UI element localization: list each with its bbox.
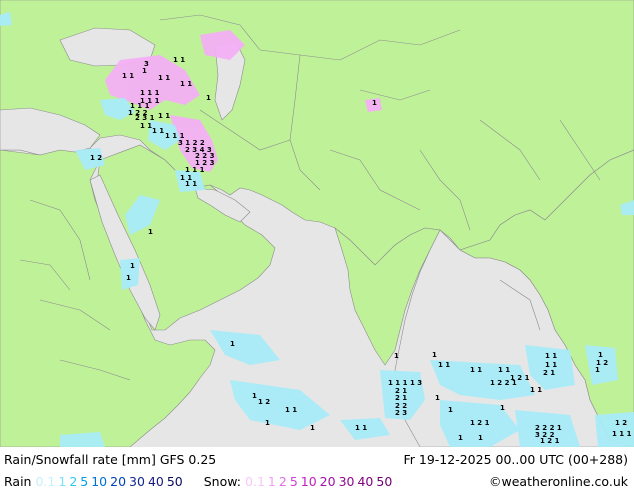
precip-label: 1 1 <box>545 361 557 369</box>
legend-rain-steps: 0.1 1 2 5 10 20 30 40 50 <box>35 471 185 492</box>
legend-snow-step-8: 50 <box>376 474 393 489</box>
legend-snow-step-5: 20 <box>319 474 336 489</box>
precip-label: 1 2 1 <box>470 419 490 427</box>
precip-label: 1 1 <box>470 366 482 374</box>
legend-rain-step-6: 30 <box>129 474 145 489</box>
precip-label: 2 1 <box>543 369 555 377</box>
precip-label: 1 <box>458 434 463 442</box>
precip-label: 1 1 1 <box>612 430 632 438</box>
precip-label: 1 1 <box>122 72 134 80</box>
precip-label: 3 <box>144 60 149 68</box>
precip-label: 1 <box>372 99 377 107</box>
precip-label: 1 <box>448 406 453 414</box>
legend-rain-step-7: 40 <box>147 474 164 489</box>
precip-label: 2 3 <box>395 409 407 417</box>
precip-label: 1 <box>142 67 147 75</box>
precip-label: 1 1 <box>180 80 192 88</box>
precip-label: 1 2 1 <box>510 374 530 382</box>
precip-label: 1 1 1 <box>388 379 408 387</box>
precip-label: 1 <box>252 392 257 400</box>
precip-label: 1 <box>265 419 270 427</box>
precip-label: 1 <box>432 351 437 359</box>
legend-snow-label: Snow: <box>203 474 242 489</box>
legend: Rain 0.1 1 2 5 10 20 30 40 50 Snow: 0.1 1 2 5 10 20 30… <box>4 471 399 492</box>
legend-snow-step-3: 5 <box>289 474 298 489</box>
map-title: Rain/Snowfall rate [mm] GFS 0.25 <box>4 452 217 467</box>
legend-rain-label: Rain <box>4 474 32 489</box>
footer: Rain/Snowfall rate [mm] GFS 0.25 Fr 19-1… <box>0 447 634 490</box>
footer-row-legend: Rain 0.1 1 2 5 10 20 30 40 50 Snow: 0.1 1 2 5 10 20 30… <box>0 471 634 492</box>
map-datetime: Fr 19-12-2025 00..00 UTC (00+288) <box>403 452 629 467</box>
precip-label: 1 1 <box>285 406 297 414</box>
legend-rain-step-8: 50 <box>166 474 183 489</box>
legend-snow-step-1: 1 <box>267 474 276 489</box>
precip-label: 1 <box>206 94 211 102</box>
precip-label: 2 3 1 <box>135 114 155 122</box>
legend-snow-steps: 0.1 1 2 5 10 20 30 40 50 <box>245 471 395 492</box>
footer-row-top: Rain/Snowfall rate [mm] GFS 0.25 Fr 19-1… <box>0 449 634 470</box>
precip-label: 1 <box>130 262 135 270</box>
legend-snow-step-2: 2 <box>278 474 287 489</box>
precip-label: 1 1 <box>140 122 152 130</box>
precip-label: 1 3 <box>410 379 422 387</box>
precip-label: 1 <box>148 228 153 236</box>
precip-label: 1 <box>478 434 483 442</box>
legend-snow-step-7: 40 <box>357 474 374 489</box>
precip-label: 1 2 <box>615 419 627 427</box>
precip-label: 1 1 <box>158 74 170 82</box>
legend-rain-step-2: 2 <box>69 474 78 489</box>
precip-label: 1 2 <box>90 154 102 162</box>
credit-link[interactable]: ©weatheronline.co.uk <box>489 471 628 492</box>
legend-snow-step-4: 10 <box>300 474 317 489</box>
precip-label: 1 2 1 <box>540 437 560 445</box>
precipitation-map: 131 11 11 11 11 1 11 1 11 1 11 2 22 3 11… <box>0 0 634 447</box>
precip-label: 1 <box>595 366 600 374</box>
precip-label: 1 1 <box>498 366 510 374</box>
precip-label: 1 1 <box>152 127 164 135</box>
precip-label: 1 1 <box>438 361 450 369</box>
legend-rain-step-4: 10 <box>91 474 108 489</box>
precip-label: 1 <box>500 404 505 412</box>
precip-label: 1 1 <box>530 386 542 394</box>
legend-rain-step-0: 0.1 <box>35 474 56 489</box>
precip-label: 1 2 <box>258 398 270 406</box>
precip-label: 1 <box>394 352 399 360</box>
precip-label: 1 <box>310 424 315 432</box>
precip-label: 1 <box>126 274 131 282</box>
precip-label: 1 1 <box>355 424 367 432</box>
precip-label: 1 <box>598 351 603 359</box>
precip-label: 1 <box>435 394 440 402</box>
precip-label: 1 1 <box>185 180 197 188</box>
legend-rain-step-3: 5 <box>80 474 89 489</box>
legend-rain-step-5: 20 <box>110 474 127 489</box>
precip-label: 2 1 <box>395 394 407 402</box>
legend-snow-step-0: 0.1 <box>245 474 265 489</box>
precip-label: 1 1 <box>173 56 185 64</box>
precip-label: 1 <box>230 340 235 348</box>
legend-snow-step-6: 30 <box>338 474 355 489</box>
precip-label: 1 1 1 <box>140 89 160 97</box>
precip-label: 1 1 <box>158 112 170 120</box>
precip-label: 1 1 1 <box>185 166 205 174</box>
legend-rain-step-1: 1 <box>58 474 67 489</box>
precip-label: 1 1 <box>545 352 557 360</box>
